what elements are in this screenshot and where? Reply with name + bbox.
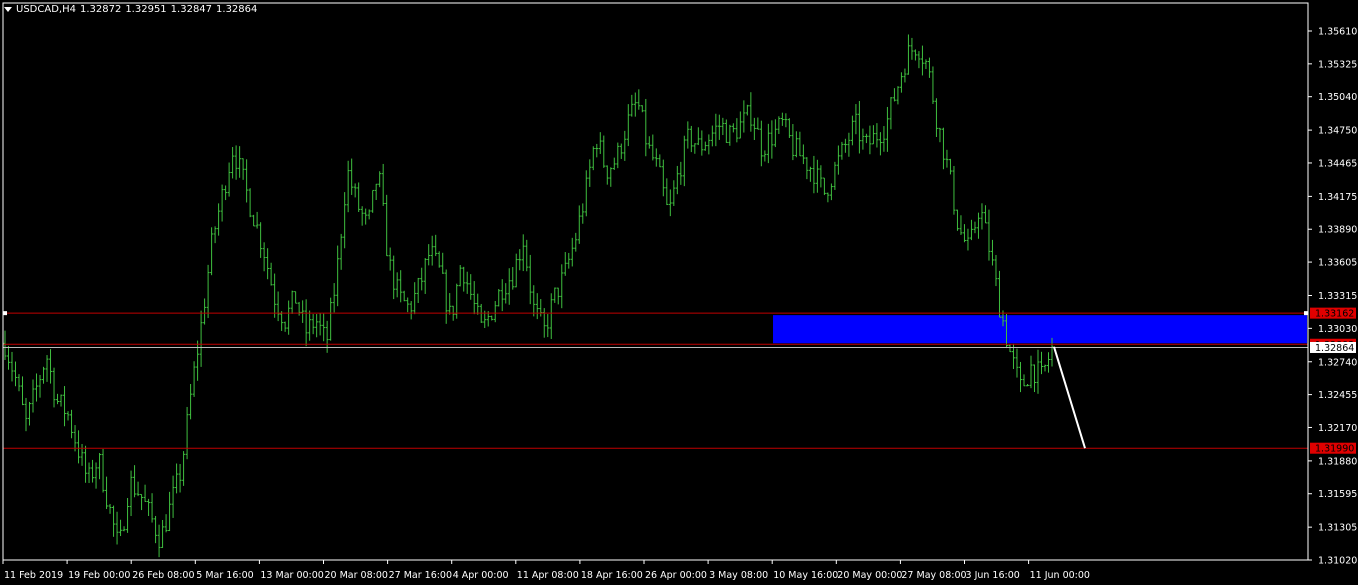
- y-tick-label: 1.32455: [1318, 390, 1357, 401]
- y-tick-label: 1.34465: [1318, 158, 1357, 169]
- x-tick-label: 5 Mar 16:00: [196, 570, 253, 581]
- price-chart[interactable]: 1.331621.328921.328641.31990 1.356101.35…: [0, 0, 1358, 585]
- x-tick-label: 27 Mar 16:00: [389, 570, 452, 581]
- x-tick-label: 26 Feb 08:00: [132, 570, 194, 581]
- y-tick-label: 1.33030: [1318, 324, 1357, 335]
- y-tick-label: 1.35040: [1318, 92, 1357, 103]
- y-tick-label: 1.31020: [1318, 556, 1357, 567]
- x-tick-label: 3 Jun 16:00: [966, 570, 1020, 581]
- y-tick-label: 1.33890: [1318, 225, 1357, 236]
- y-tick-label: 1.34750: [1318, 126, 1357, 137]
- plot-frame: [2, 2, 1309, 561]
- x-tick-label: 27 May 08:00: [901, 570, 966, 581]
- x-tick-label: 26 Apr 00:00: [645, 570, 707, 581]
- x-tick-label: 18 Apr 16:00: [581, 570, 643, 581]
- y-tick-label: 1.31880: [1318, 456, 1357, 467]
- x-tick-label: 11 Apr 08:00: [517, 570, 579, 581]
- x-tick-label: 13 Mar 00:00: [260, 570, 323, 581]
- level-handle-left: [3, 311, 7, 316]
- y-tick-label: 1.33315: [1318, 291, 1357, 302]
- y-tick-label: 1.35610: [1318, 27, 1357, 38]
- x-tick-label: 10 May 16:00: [773, 570, 838, 581]
- x-tick-label: 20 Mar 08:00: [325, 570, 388, 581]
- y-tick-label: 1.32170: [1318, 423, 1357, 434]
- x-tick-label: 11 Feb 2019: [4, 570, 63, 581]
- level-price-label: 1.33162: [1315, 309, 1354, 320]
- y-tick-label: 1.31595: [1318, 489, 1357, 500]
- level-price-label: 1.32864: [1315, 343, 1354, 354]
- x-tick-label: 19 Feb 00:00: [68, 570, 130, 581]
- y-tick-label: 1.35325: [1318, 59, 1357, 70]
- supply-zone: [773, 315, 1307, 344]
- projection-trendline: [1053, 346, 1086, 449]
- y-tick-label: 1.33605: [1318, 258, 1357, 269]
- level-price-label: 1.31990: [1315, 444, 1354, 455]
- level-handle-right: [1304, 311, 1308, 316]
- x-tick-label: 4 Apr 00:00: [453, 570, 509, 581]
- y-tick-label: 1.34175: [1318, 192, 1357, 203]
- x-tick-label: 11 Jun 00:00: [1030, 570, 1090, 581]
- x-tick-label: 3 May 08:00: [709, 570, 768, 581]
- x-tick-label: 20 May 00:00: [837, 570, 902, 581]
- y-tick-label: 1.31305: [1318, 523, 1357, 534]
- y-tick-label: 1.32740: [1318, 357, 1357, 368]
